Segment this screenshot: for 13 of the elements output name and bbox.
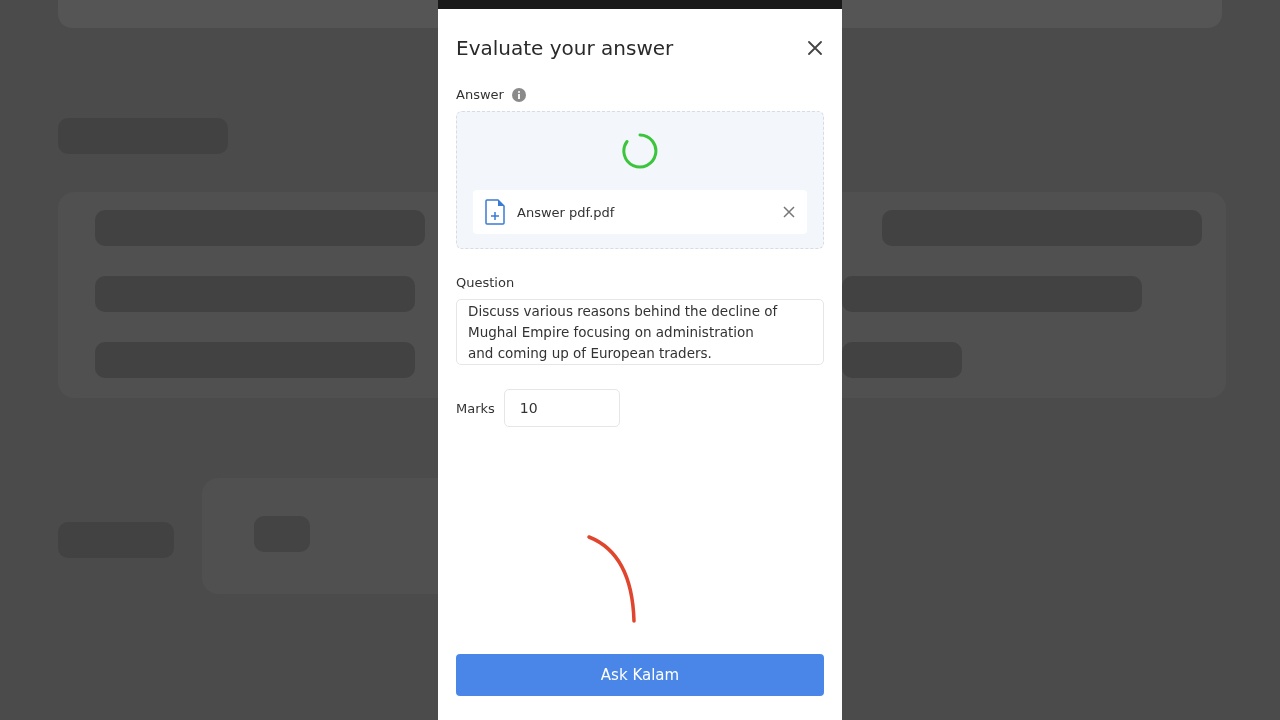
field-label: Answer [456, 87, 504, 102]
dialog-title: Evaluate your answer [456, 36, 674, 60]
ask-button[interactable]: Ask Kalam [456, 654, 824, 696]
field-label: Marks [456, 400, 495, 416]
file-name: Answer pdf.pdf [517, 204, 616, 220]
info-icon[interactable] [511, 87, 526, 102]
remove-file-button[interactable] [783, 206, 795, 218]
question-field[interactable]: Discuss various reasons behind the decline of Mughal Empire focusing on administration and coming up of European traders. [456, 299, 824, 365]
field-label: Question [456, 275, 516, 290]
upload-area[interactable]: Answer pdf.pdf [456, 111, 824, 249]
marks-field[interactable]: 10 [503, 389, 620, 427]
file-add-icon [485, 199, 505, 225]
close-button[interactable] [806, 39, 824, 57]
